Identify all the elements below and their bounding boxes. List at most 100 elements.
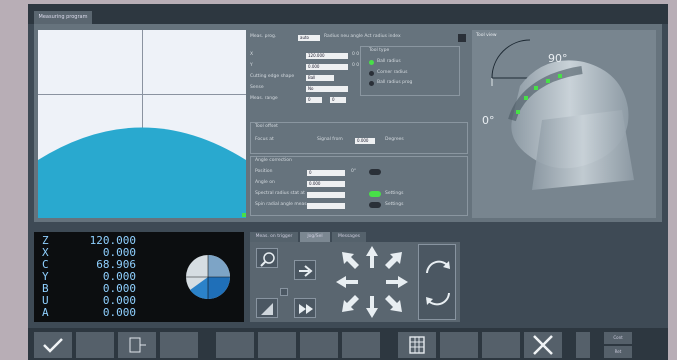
- axis-value: 0.000: [102, 282, 136, 295]
- tab-measuring-program[interactable]: Measuring program: [34, 11, 92, 24]
- angle-label: Meas. range: [250, 96, 278, 101]
- angle-on-label: Angle on: [255, 180, 275, 185]
- r2-unit: 0 0: [352, 63, 360, 68]
- position-label: Position: [255, 169, 273, 174]
- toggle-off-icon[interactable]: [369, 202, 381, 208]
- machine-screen: Measuring program Meas. prog. auto Radiu…: [28, 4, 668, 360]
- angle-icon[interactable]: [256, 298, 278, 318]
- axis-value: 0.000: [102, 294, 136, 307]
- mode-field[interactable]: auto: [298, 35, 320, 41]
- bottom-area: Z 120.000 X 0.000 C 68.906 Y 0.000 B 0.000 U 0…: [28, 226, 668, 360]
- cancel-button[interactable]: [524, 332, 562, 358]
- radio-selected-icon[interactable]: [369, 60, 374, 65]
- spec-label: Spectral radius stat at: [255, 191, 305, 196]
- position-field[interactable]: 0: [307, 170, 345, 176]
- spec-field[interactable]: [307, 192, 345, 198]
- angle-field-2[interactable]: 0: [330, 97, 346, 103]
- tool-type-opt-3[interactable]: Ball radius prog: [377, 80, 412, 88]
- signal-field[interactable]: 0.000: [355, 138, 375, 144]
- spin-field[interactable]: [307, 203, 345, 209]
- zoom-icon[interactable]: [256, 248, 278, 268]
- jog-arrows[interactable]: [332, 242, 412, 322]
- softkey-5[interactable]: [216, 332, 254, 358]
- jog-body: [250, 242, 460, 322]
- angle-field-1[interactable]: 0: [306, 97, 322, 103]
- tool-type-opt-1[interactable]: Ball radius: [377, 59, 401, 67]
- jog-panel: Meas. on trigger Jog/Sel Messages: [250, 232, 460, 322]
- r2-field[interactable]: 0.000: [306, 64, 348, 70]
- sense-label: Sense: [250, 85, 264, 90]
- profile-graph: [38, 30, 246, 218]
- sense-field[interactable]: No: [306, 86, 348, 92]
- tab-jog[interactable]: Jog/Sel: [300, 232, 330, 242]
- ball-profile: [38, 127, 246, 218]
- cutting-label: Cutting edge shape: [250, 74, 295, 79]
- position-after: 0°: [351, 169, 357, 174]
- confirm-button[interactable]: [34, 332, 72, 358]
- tool-type-title: Tool type: [369, 48, 390, 53]
- axis-label: Y: [42, 270, 49, 283]
- axis-label: C: [42, 258, 49, 271]
- r2-label: Y: [250, 63, 253, 68]
- axis-value: 0.000: [102, 246, 136, 259]
- tab-messages[interactable]: Messages: [332, 232, 366, 242]
- arrow-right-icon[interactable]: [294, 260, 316, 280]
- toggle-on-icon[interactable]: [369, 191, 381, 197]
- cont-button[interactable]: Cont: [604, 332, 632, 344]
- axis-label: Z: [42, 234, 49, 247]
- rotate-buttons[interactable]: [418, 244, 456, 320]
- ret-button[interactable]: Ret: [604, 346, 632, 358]
- position-pie-icon: [186, 255, 230, 300]
- cutting-field[interactable]: Ball: [306, 75, 334, 81]
- softkey-8[interactable]: [342, 332, 380, 358]
- angle-correction-group: Angle correction Position 0 0° Angle on …: [250, 156, 468, 216]
- angle-0-label: 0°: [482, 114, 495, 127]
- focus-label: Focus at: [255, 137, 274, 142]
- axis-readout: Z 120.000 X 0.000 C 68.906 Y 0.000 B 0.000 U 0…: [34, 232, 244, 322]
- mode-label: Meas. prog.: [250, 34, 277, 39]
- radio-icon[interactable]: [369, 71, 374, 76]
- toggle-off-icon[interactable]: [369, 169, 381, 175]
- question-icon[interactable]: [280, 288, 288, 296]
- axis-label: U: [42, 294, 49, 307]
- save-file-button[interactable]: [160, 332, 198, 358]
- spec-check[interactable]: Settings: [385, 191, 403, 199]
- axis-value: 0.000: [102, 270, 136, 283]
- softkey-11[interactable]: [482, 332, 520, 358]
- r1-unit: 0 0: [352, 52, 360, 57]
- softkey-7[interactable]: [300, 332, 338, 358]
- axis-label: X: [42, 246, 49, 259]
- tool-view-panel: Tool view 90° 0°: [472, 30, 656, 218]
- top-tab-bar: Measuring program: [28, 4, 668, 24]
- angle-on-field[interactable]: 0.000: [307, 181, 345, 187]
- axis-value: 68.906: [96, 258, 136, 271]
- tool-type-group: Tool type Ball radius Corner radius Ball…: [360, 46, 460, 96]
- angle-correction-title: Angle correction: [255, 158, 292, 163]
- axis-label: B: [42, 282, 49, 295]
- softkey-2[interactable]: [76, 332, 114, 358]
- fast-forward-icon[interactable]: [294, 298, 316, 318]
- load-file-button[interactable]: [118, 332, 156, 358]
- softkey-6[interactable]: [258, 332, 296, 358]
- r1-field[interactable]: 120.000: [306, 53, 348, 59]
- mode-suffix: Radius neu angle Act radius index: [324, 34, 401, 39]
- tool-type-opt-2[interactable]: Corner radius: [377, 70, 407, 78]
- radio-icon[interactable]: [369, 81, 374, 86]
- tool-offset-group: Tool offset Focus at Signal from 0.000 D…: [250, 122, 468, 154]
- page-indicator-icon[interactable]: [576, 332, 590, 358]
- axis-value: 0.000: [102, 306, 136, 319]
- axis-label: A: [42, 306, 49, 319]
- offset-title: Tool offset: [255, 124, 278, 129]
- r1-label: X: [250, 52, 254, 57]
- degrees-label: Degrees: [385, 137, 404, 142]
- softkey-bar: Cont Ret: [28, 328, 668, 360]
- softkey-10[interactable]: [440, 332, 478, 358]
- camera-icon[interactable]: [458, 34, 466, 42]
- spin-label: Spin radial angle meas.: [255, 202, 308, 207]
- signal-label: Signal from: [317, 137, 343, 142]
- axis-value: 120.000: [89, 234, 136, 247]
- parameter-form: Meas. prog. auto Radius neu angle Act ra…: [250, 30, 470, 218]
- grid-button[interactable]: [398, 332, 436, 358]
- spin-check[interactable]: Settings: [385, 202, 403, 210]
- tab-meas-trigger[interactable]: Meas. on trigger: [250, 232, 298, 242]
